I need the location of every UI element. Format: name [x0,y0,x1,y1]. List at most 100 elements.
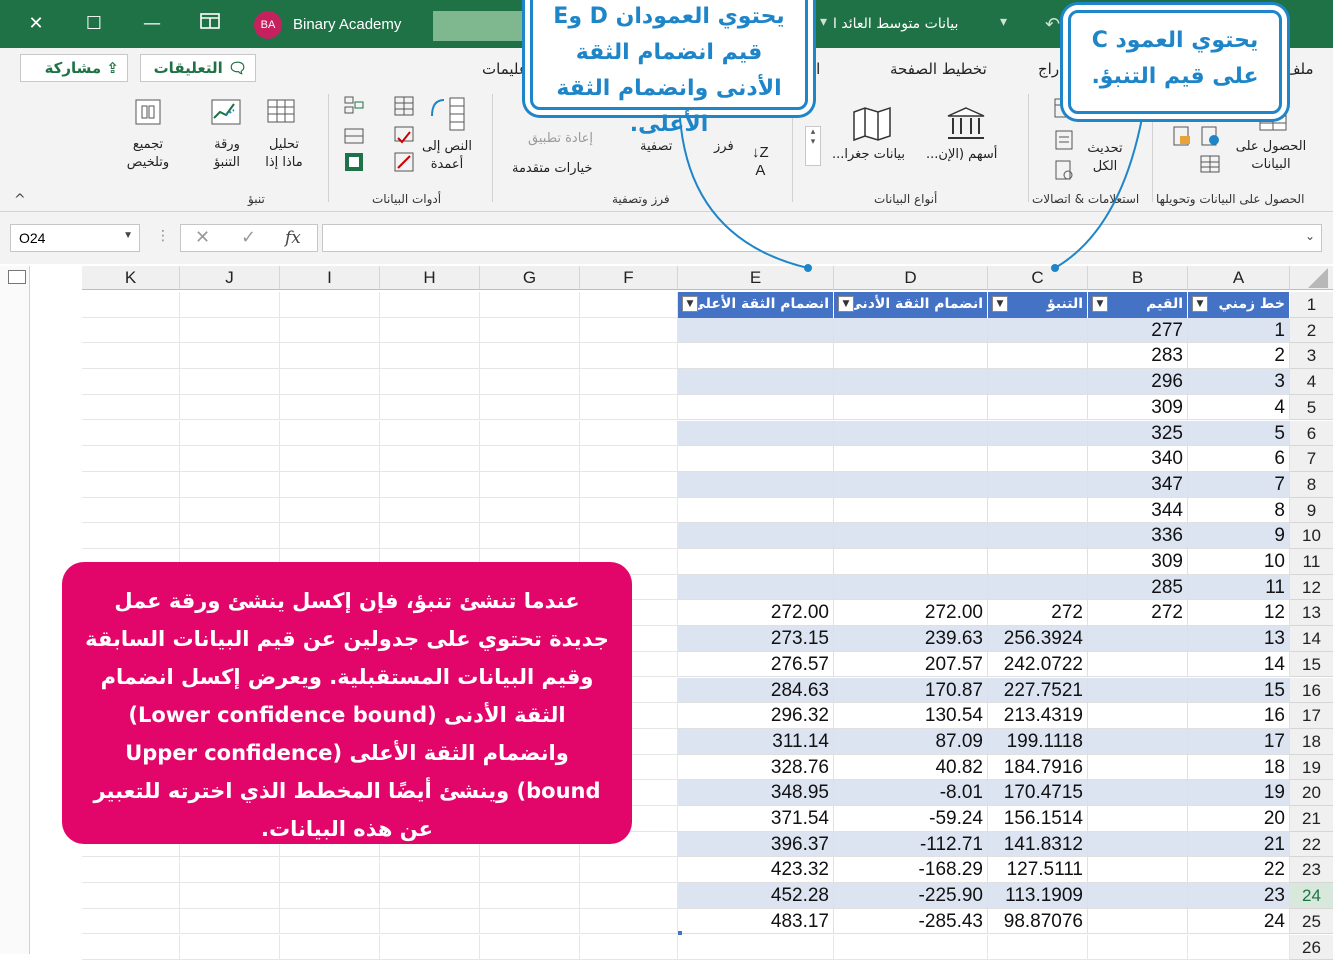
table-cell[interactable] [1088,909,1188,935]
table-cell[interactable]: 347 [1088,472,1188,498]
get-data-button[interactable]: الحصول على البيانات [1226,138,1316,174]
grid-cell[interactable] [480,292,580,318]
table-cell[interactable]: 16 [1188,703,1290,729]
table-cell[interactable] [834,498,988,524]
table-cell[interactable] [834,343,988,369]
table-cell[interactable]: -59.24 [834,806,988,832]
table-cell[interactable] [1088,703,1188,729]
grid-cell[interactable] [280,472,380,498]
enter-icon[interactable]: ✓ [241,227,256,248]
column-header[interactable]: E [678,266,834,290]
row-header[interactable]: 15 [1290,652,1333,678]
table-cell[interactable] [1088,780,1188,806]
table-cell[interactable]: -112.71 [834,832,988,858]
column-header[interactable]: H [380,266,480,290]
row-header[interactable]: 1 [1290,292,1333,318]
table-cell[interactable]: 242.0722 [988,652,1088,678]
row-header[interactable]: 10 [1290,523,1333,549]
grid-cell[interactable] [834,935,988,960]
grid-cell[interactable] [580,343,678,369]
table-cell[interactable]: 8 [1188,498,1290,524]
table-cell[interactable]: 283 [1088,343,1188,369]
table-cell[interactable] [1088,883,1188,909]
table-cell[interactable] [834,395,988,421]
grid-cell[interactable] [180,292,280,318]
table-cell[interactable] [834,523,988,549]
grid-cell[interactable] [82,883,180,909]
grid-cell[interactable] [480,909,580,935]
grid-cell[interactable] [180,369,280,395]
grid-cell[interactable] [82,395,180,421]
grid-cell[interactable] [280,292,380,318]
column-header[interactable]: F [580,266,678,290]
restore-icon[interactable]: ☐ [80,10,108,38]
grid-cell[interactable] [82,292,180,318]
grid-cell[interactable] [480,343,580,369]
row-header[interactable]: 2 [1290,318,1333,344]
grid-cell[interactable] [380,909,480,935]
row-header[interactable]: 13 [1290,600,1333,626]
table-cell[interactable]: 184.7916 [988,755,1088,781]
table-cell[interactable]: 284.63 [678,678,834,704]
table-cell[interactable]: 276.57 [678,652,834,678]
close-icon[interactable]: ✕ [22,10,50,38]
table-cell[interactable] [988,421,1088,447]
tab-page-layout[interactable]: تخطيط الصفحة [890,60,987,78]
table-header-cell[interactable]: انضمام الثقة الأدنى [834,292,988,318]
table-resize-handle[interactable] [678,931,682,935]
grid-cell[interactable] [1088,935,1188,960]
whatif-button[interactable]: تحليل ماذا إذا [252,136,316,172]
sort-za-icon[interactable]: Z↓A [752,144,769,180]
grid-cell[interactable] [82,909,180,935]
ribbon-display-icon[interactable] [196,10,224,38]
table-cell[interactable]: 170.87 [834,678,988,704]
refresh-all-button[interactable]: تحديث الكل [1082,140,1128,176]
table-cell[interactable]: 396.37 [678,832,834,858]
column-header[interactable]: D [834,266,988,290]
table-cell[interactable]: 272 [1088,600,1188,626]
table-cell[interactable]: 18 [1188,755,1290,781]
grid-cell[interactable] [1188,935,1290,960]
table-cell[interactable]: 272.00 [834,600,988,626]
grid-cell[interactable] [280,343,380,369]
table-cell[interactable]: 5 [1188,421,1290,447]
table-cell[interactable] [834,369,988,395]
table-cell[interactable]: 256.3924 [988,626,1088,652]
collapse-outline-icon[interactable] [8,270,26,284]
undo-icon[interactable]: ↶ [1045,14,1060,35]
grid-cell[interactable] [480,421,580,447]
grid-cell[interactable] [580,369,678,395]
grid-cell[interactable] [180,909,280,935]
table-cell[interactable]: 23 [1188,883,1290,909]
grid-cell[interactable] [580,498,678,524]
table-cell[interactable] [678,446,834,472]
grid-cell[interactable] [180,446,280,472]
row-header[interactable]: 26 [1290,935,1333,960]
properties-icon[interactable] [1052,128,1076,152]
comments-button[interactable]: 🗨 التعليقات [140,54,256,82]
table-cell[interactable] [1088,806,1188,832]
chevron-down-icon[interactable]: ▼ [123,230,133,241]
grid-cell[interactable] [480,472,580,498]
table-cell[interactable]: 98.87076 [988,909,1088,935]
sort-button[interactable]: فرز [714,138,734,156]
column-header[interactable]: G [480,266,580,290]
table-cell[interactable]: 273.15 [678,626,834,652]
grid-cell[interactable] [280,395,380,421]
row-header[interactable]: 12 [1290,575,1333,601]
qat-customize-icon[interactable]: ▾ [1000,14,1007,30]
grid-cell[interactable] [82,857,180,883]
edit-links-icon[interactable] [1052,158,1076,182]
row-header[interactable]: 11 [1290,549,1333,575]
row-header[interactable]: 6 [1290,421,1333,447]
row-header[interactable]: 3 [1290,343,1333,369]
table-cell[interactable]: 3 [1188,369,1290,395]
grid-cell[interactable] [380,343,480,369]
table-cell[interactable]: 199.1118 [988,729,1088,755]
grid-cell[interactable] [380,318,480,344]
grid-cell[interactable] [380,857,480,883]
grid-cell[interactable] [380,498,480,524]
row-header[interactable]: 16 [1290,678,1333,704]
table-cell[interactable]: 309 [1088,395,1188,421]
grid-cell[interactable] [180,395,280,421]
